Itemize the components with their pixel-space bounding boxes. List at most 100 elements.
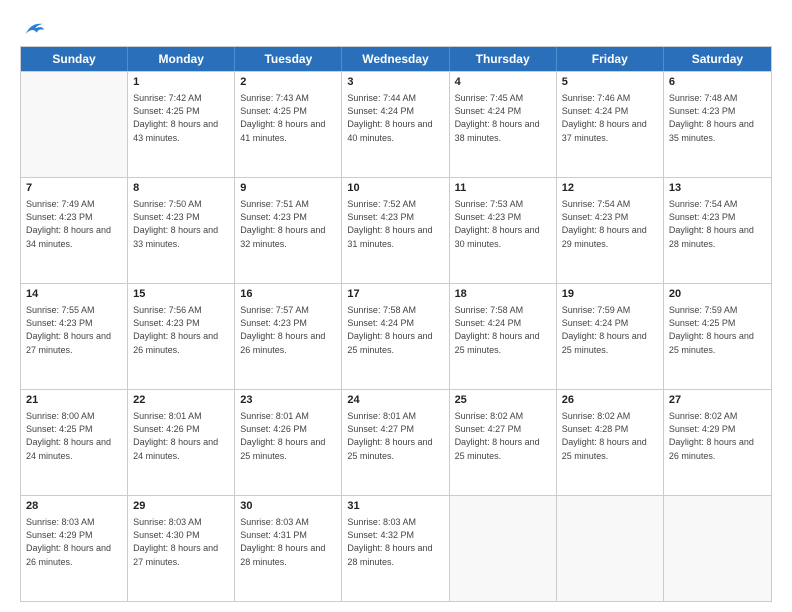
weekday-header-friday: Friday bbox=[557, 47, 664, 71]
weekday-header-thursday: Thursday bbox=[450, 47, 557, 71]
calendar-cell bbox=[557, 496, 664, 601]
calendar-cell: 22Sunrise: 8:01 AMSunset: 4:26 PMDayligh… bbox=[128, 390, 235, 495]
day-number: 1 bbox=[133, 75, 229, 90]
calendar-cell bbox=[21, 72, 128, 177]
cell-info: Sunrise: 7:46 AMSunset: 4:24 PMDaylight:… bbox=[562, 92, 658, 144]
calendar-cell: 12 Sunrise: 7:54 AMSunset: 4:23 PMDayligh… bbox=[557, 178, 664, 283]
calendar-cell: 14Sunrise: 7:55 AMSunset: 4:23 PMDayligh… bbox=[21, 284, 128, 389]
day-number: 15 bbox=[133, 287, 229, 302]
calendar-cell: 25 Sunrise: 8:02 AMSunset: 4:27 PMDayligh… bbox=[450, 390, 557, 495]
calendar-cell: 2 Sunrise: 7:43 AMSunset: 4:25 PMDaylight… bbox=[235, 72, 342, 177]
cell-info: Sunrise: 8:01 AMSunset: 4:26 PMDaylight:… bbox=[240, 410, 336, 462]
page: SundayMondayTuesdayWednesdayThursdayFrid… bbox=[0, 0, 792, 612]
day-number: 5 bbox=[562, 75, 658, 90]
calendar-cell: 17Sunrise: 7:58 AMSunset: 4:24 PMDayligh… bbox=[342, 284, 449, 389]
logo bbox=[20, 20, 44, 36]
day-number: 3 bbox=[347, 75, 443, 90]
day-number: 9 bbox=[240, 181, 336, 196]
cell-info: Sunrise: 8:03 AMSunset: 4:31 PMDaylight:… bbox=[240, 516, 336, 568]
logo-text bbox=[20, 20, 44, 36]
day-number: 23 bbox=[240, 393, 336, 408]
calendar-cell: 1Sunrise: 7:42 AMSunset: 4:25 PMDaylight… bbox=[128, 72, 235, 177]
day-number: 12 bbox=[562, 181, 658, 196]
calendar-cell: 30 Sunrise: 8:03 AMSunset: 4:31 PMDayligh… bbox=[235, 496, 342, 601]
cell-info: Sunrise: 8:01 AMSunset: 4:27 PMDaylight:… bbox=[347, 410, 443, 462]
day-number: 6 bbox=[669, 75, 766, 90]
cell-info: Sunrise: 8:02 AMSunset: 4:29 PMDaylight:… bbox=[669, 410, 766, 462]
calendar-header: SundayMondayTuesdayWednesdayThursdayFrid… bbox=[21, 47, 771, 71]
day-number: 7 bbox=[26, 181, 122, 196]
cell-info: Sunrise: 7:59 AMSunset: 4:25 PMDaylight:… bbox=[669, 304, 766, 356]
calendar-cell: 8 Sunrise: 7:50 AMSunset: 4:23 PMDaylight… bbox=[128, 178, 235, 283]
calendar-cell: 19 Sunrise: 7:59 AMSunset: 4:24 PMDayligh… bbox=[557, 284, 664, 389]
cell-info: Sunrise: 7:43 AMSunset: 4:25 PMDaylight:… bbox=[240, 92, 336, 144]
cell-info: Sunrise: 7:49 AMSunset: 4:23 PMDaylight:… bbox=[26, 198, 122, 250]
calendar-cell bbox=[450, 496, 557, 601]
calendar-row-3: 21 Sunrise: 8:00 AMSunset: 4:25 PMDayligh… bbox=[21, 389, 771, 495]
cell-info: Sunrise: 8:02 AMSunset: 4:27 PMDaylight:… bbox=[455, 410, 551, 462]
weekday-header-sunday: Sunday bbox=[21, 47, 128, 71]
cell-info: Sunrise: 7:58 AMSunset: 4:24 PMDaylight:… bbox=[455, 304, 551, 356]
calendar-cell: 27 Sunrise: 8:02 AMSunset: 4:29 PMDayligh… bbox=[664, 390, 771, 495]
day-number: 11 bbox=[455, 181, 551, 196]
header bbox=[20, 16, 772, 36]
calendar-cell: 16 Sunrise: 7:57 AMSunset: 4:23 PMDayligh… bbox=[235, 284, 342, 389]
day-number: 30 bbox=[240, 499, 336, 514]
day-number: 27 bbox=[669, 393, 766, 408]
cell-info: Sunrise: 7:54 AMSunset: 4:23 PMDaylight:… bbox=[562, 198, 658, 250]
day-number: 4 bbox=[455, 75, 551, 90]
logo-bird-icon bbox=[22, 18, 44, 40]
cell-info: Sunrise: 8:03 AMSunset: 4:32 PMDaylight:… bbox=[347, 516, 443, 568]
calendar-cell: 20 Sunrise: 7:59 AMSunset: 4:25 PMDayligh… bbox=[664, 284, 771, 389]
day-number: 29 bbox=[133, 499, 229, 514]
cell-info: Sunrise: 7:57 AMSunset: 4:23 PMDaylight:… bbox=[240, 304, 336, 356]
cell-info: Sunrise: 7:55 AMSunset: 4:23 PMDaylight:… bbox=[26, 304, 122, 356]
calendar-cell: 18Sunrise: 7:58 AMSunset: 4:24 PMDayligh… bbox=[450, 284, 557, 389]
calendar-cell: 9Sunrise: 7:51 AMSunset: 4:23 PMDaylight… bbox=[235, 178, 342, 283]
day-number: 20 bbox=[669, 287, 766, 302]
weekday-header-wednesday: Wednesday bbox=[342, 47, 449, 71]
day-number: 10 bbox=[347, 181, 443, 196]
calendar-cell: 3 Sunrise: 7:44 AMSunset: 4:24 PMDaylight… bbox=[342, 72, 449, 177]
calendar: SundayMondayTuesdayWednesdayThursdayFrid… bbox=[20, 46, 772, 602]
day-number: 13 bbox=[669, 181, 766, 196]
day-number: 25 bbox=[455, 393, 551, 408]
day-number: 31 bbox=[347, 499, 443, 514]
calendar-cell: 21 Sunrise: 8:00 AMSunset: 4:25 PMDayligh… bbox=[21, 390, 128, 495]
calendar-cell: 23 Sunrise: 8:01 AMSunset: 4:26 PMDayligh… bbox=[235, 390, 342, 495]
day-number: 16 bbox=[240, 287, 336, 302]
day-number: 21 bbox=[26, 393, 122, 408]
calendar-row-4: 28 Sunrise: 8:03 AMSunset: 4:29 PMDayligh… bbox=[21, 495, 771, 601]
calendar-cell: 13Sunrise: 7:54 AMSunset: 4:23 PMDayligh… bbox=[664, 178, 771, 283]
day-number: 19 bbox=[562, 287, 658, 302]
calendar-cell: 28 Sunrise: 8:03 AMSunset: 4:29 PMDayligh… bbox=[21, 496, 128, 601]
day-number: 28 bbox=[26, 499, 122, 514]
cell-info: Sunrise: 7:48 AMSunset: 4:23 PMDaylight:… bbox=[669, 92, 766, 144]
cell-info: Sunrise: 7:44 AMSunset: 4:24 PMDaylight:… bbox=[347, 92, 443, 144]
day-number: 17 bbox=[347, 287, 443, 302]
cell-info: Sunrise: 7:59 AMSunset: 4:24 PMDaylight:… bbox=[562, 304, 658, 356]
calendar-cell bbox=[664, 496, 771, 601]
cell-info: Sunrise: 8:00 AMSunset: 4:25 PMDaylight:… bbox=[26, 410, 122, 462]
day-number: 24 bbox=[347, 393, 443, 408]
calendar-cell: 29Sunrise: 8:03 AMSunset: 4:30 PMDayligh… bbox=[128, 496, 235, 601]
day-number: 22 bbox=[133, 393, 229, 408]
calendar-cell: 11 Sunrise: 7:53 AMSunset: 4:23 PMDayligh… bbox=[450, 178, 557, 283]
calendar-cell: 4Sunrise: 7:45 AMSunset: 4:24 PMDaylight… bbox=[450, 72, 557, 177]
cell-info: Sunrise: 8:02 AMSunset: 4:28 PMDaylight:… bbox=[562, 410, 658, 462]
cell-info: Sunrise: 7:50 AMSunset: 4:23 PMDaylight:… bbox=[133, 198, 229, 250]
cell-info: Sunrise: 7:56 AMSunset: 4:23 PMDaylight:… bbox=[133, 304, 229, 356]
cell-info: Sunrise: 7:53 AMSunset: 4:23 PMDaylight:… bbox=[455, 198, 551, 250]
calendar-row-2: 14Sunrise: 7:55 AMSunset: 4:23 PMDayligh… bbox=[21, 283, 771, 389]
day-number: 26 bbox=[562, 393, 658, 408]
weekday-header-monday: Monday bbox=[128, 47, 235, 71]
day-number: 2 bbox=[240, 75, 336, 90]
calendar-cell: 31 Sunrise: 8:03 AMSunset: 4:32 PMDayligh… bbox=[342, 496, 449, 601]
day-number: 8 bbox=[133, 181, 229, 196]
calendar-row-0: 1Sunrise: 7:42 AMSunset: 4:25 PMDaylight… bbox=[21, 71, 771, 177]
calendar-cell: 24 Sunrise: 8:01 AMSunset: 4:27 PMDayligh… bbox=[342, 390, 449, 495]
calendar-cell: 26 Sunrise: 8:02 AMSunset: 4:28 PMDayligh… bbox=[557, 390, 664, 495]
cell-info: Sunrise: 7:52 AMSunset: 4:23 PMDaylight:… bbox=[347, 198, 443, 250]
calendar-body: 1Sunrise: 7:42 AMSunset: 4:25 PMDaylight… bbox=[21, 71, 771, 601]
cell-info: Sunrise: 8:03 AMSunset: 4:29 PMDaylight:… bbox=[26, 516, 122, 568]
